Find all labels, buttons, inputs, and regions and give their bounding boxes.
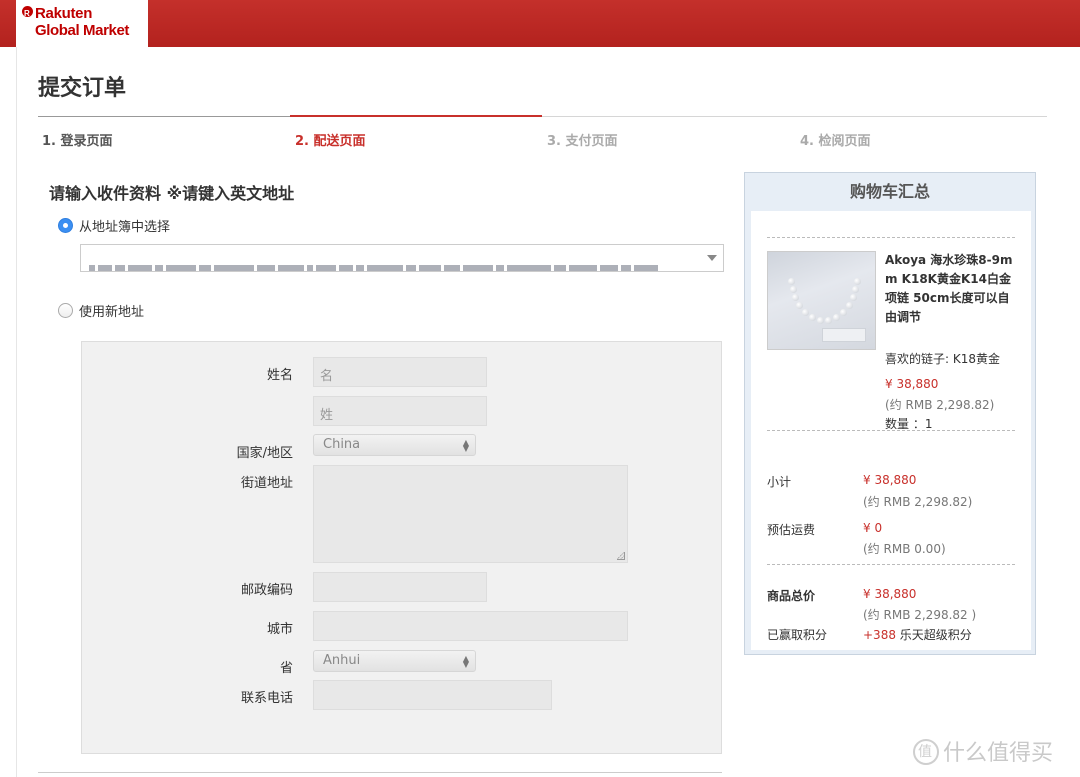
country-select[interactable]: China ▲ ▼ xyxy=(313,434,476,456)
points-label: 已赢取积分 xyxy=(767,628,828,642)
product-image-pearl-necklace[interactable] xyxy=(767,251,876,350)
subtotal-rmb: (约 RMB 2,298.82) xyxy=(863,495,973,509)
total-value: ¥ 38,880 xyxy=(863,587,917,601)
new-address-form: 姓名 名 姓 国家/地区 China ▲ ▼ 街道地址 邮政编码 城市 省 Anh… xyxy=(81,341,722,754)
step-payment: 3. 支付页面 xyxy=(547,134,618,149)
last-name-input[interactable]: 姓 xyxy=(313,396,487,426)
form-bottom-divider xyxy=(38,772,722,773)
name-label: 姓名 xyxy=(266,368,293,383)
step-login: 1. 登录页面 xyxy=(42,134,113,149)
product-option: 喜欢的链子: K18黄金 xyxy=(885,352,1000,366)
product-name[interactable]: Akoya 海水珍珠8-9mm K18K黄金K14白金项链 50cm长度可以自由… xyxy=(885,251,1017,327)
address-book-select[interactable] xyxy=(80,244,724,272)
province-select[interactable]: Anhui ▲ ▼ xyxy=(313,650,476,672)
new-address-radio-label[interactable]: 使用新地址 xyxy=(79,301,144,320)
cart-summary-title: 购物车汇总 xyxy=(849,182,930,201)
page-title: 提交订单 xyxy=(38,76,127,101)
postal-code-input[interactable] xyxy=(313,572,487,602)
section-title: 请输入收件资料 ※请键入英文地址 xyxy=(49,184,295,203)
logo-line1: Rakuten xyxy=(35,5,93,22)
content-frame-line xyxy=(16,47,17,777)
points-text: 乐天超级积分 xyxy=(899,628,972,642)
redacted-address-text xyxy=(89,256,689,271)
divider xyxy=(767,237,1015,238)
step-review: 4. 检阅页面 xyxy=(800,134,871,149)
divider xyxy=(767,430,1015,431)
country-label: 国家/地区 xyxy=(236,446,293,461)
new-address-radio[interactable] xyxy=(58,303,73,318)
divider xyxy=(767,564,1015,565)
logo-line2: Global Market xyxy=(35,22,129,39)
street-address-textarea[interactable] xyxy=(313,465,628,563)
address-book-radio[interactable] xyxy=(58,218,73,233)
product-price-rmb: (约 RMB 2,298.82) xyxy=(885,398,995,412)
product-price: ¥ 38,880 xyxy=(885,377,939,391)
watermark-logo-icon xyxy=(913,739,939,765)
rakuten-global-market-logo[interactable]: Rakuten Global Market xyxy=(16,0,148,47)
steps-active-segment xyxy=(290,115,542,117)
total-rmb: (约 RMB 2,298.82 ) xyxy=(863,608,977,622)
step-shipping: 2. 配送页面 xyxy=(295,134,366,149)
shipping-rmb: (约 RMB 0.00) xyxy=(863,542,946,556)
phone-label: 联系电话 xyxy=(240,691,293,706)
city-label: 城市 xyxy=(266,622,293,637)
cart-summary: 购物车汇总 Akoya 海水珍珠8-9mm K18K黄金K14白金项链 50cm… xyxy=(744,172,1036,655)
province-select-value: Anhui xyxy=(323,653,361,668)
points-value: +388 xyxy=(863,628,896,642)
cart-summary-body: Akoya 海水珍珠8-9mm K18K黄金K14白金项链 50cm长度可以自由… xyxy=(751,211,1031,650)
phone-input[interactable] xyxy=(313,680,552,710)
shipping-value: ¥ 0 xyxy=(863,521,883,535)
chevron-down-icon xyxy=(707,255,717,261)
subtotal-label: 小计 xyxy=(767,475,792,489)
postal-code-label: 邮政编码 xyxy=(240,583,293,598)
resize-grip-icon[interactable] xyxy=(617,552,625,560)
top-bar xyxy=(0,0,1080,47)
watermark-text: 什么值得买 xyxy=(943,741,1054,766)
total-label: 商品总价 xyxy=(767,589,816,603)
shipping-label: 预估运费 xyxy=(767,523,816,537)
province-label: 省 xyxy=(279,661,293,676)
city-input[interactable] xyxy=(313,611,628,641)
steps-completed-segment xyxy=(38,116,290,117)
first-name-input[interactable]: 名 xyxy=(313,357,487,387)
country-select-value: China xyxy=(323,437,361,452)
up-down-arrows-icon: ▲ ▼ xyxy=(462,438,469,453)
subtotal-value: ¥ 38,880 xyxy=(863,473,917,487)
site-watermark: 什么值得买 xyxy=(913,735,1053,767)
points-info: +388 乐天超级积分 xyxy=(863,626,972,643)
street-label: 街道地址 xyxy=(240,476,293,491)
up-down-arrows-icon: ▲ ▼ xyxy=(462,654,469,669)
address-book-radio-label[interactable]: 从地址簿中选择 xyxy=(79,216,170,235)
rakuten-r-icon xyxy=(22,5,33,22)
